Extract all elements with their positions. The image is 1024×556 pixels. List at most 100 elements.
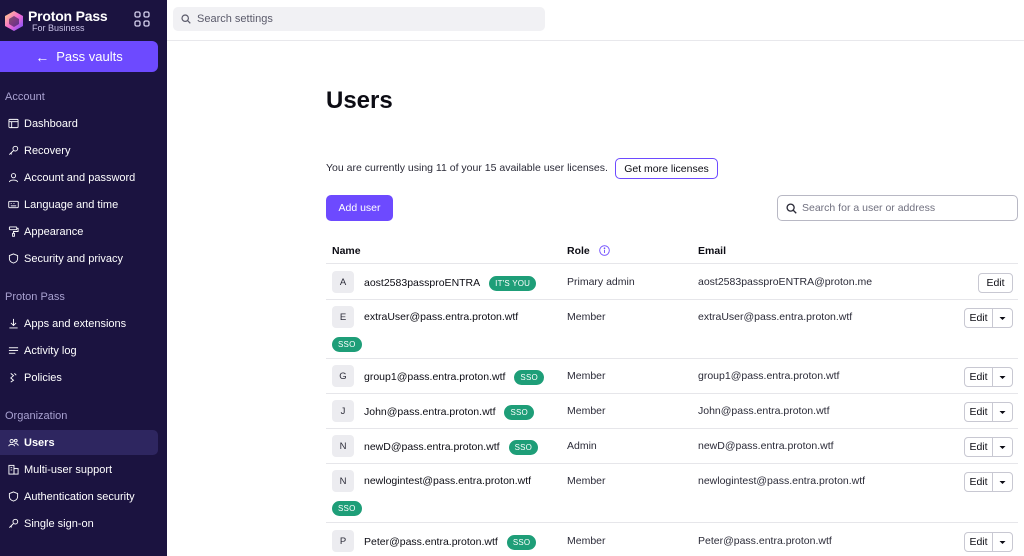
edit-button[interactable]: Edit bbox=[965, 438, 993, 456]
user-name: aost2583passproENTRA IT'S YOU bbox=[364, 276, 537, 291]
sidebar-item-policies[interactable]: Policies bbox=[0, 365, 158, 390]
apps-grid-icon[interactable] bbox=[134, 11, 150, 27]
sidebar-item-label: Multi-user support bbox=[24, 463, 113, 476]
user-role: Member bbox=[567, 475, 606, 487]
column-header-name: Name bbox=[332, 245, 361, 257]
dashboard-icon bbox=[7, 118, 19, 130]
buildings-icon bbox=[7, 464, 19, 476]
sidebar-item-authentication-security[interactable]: Authentication security bbox=[0, 484, 158, 509]
edit-button[interactable]: Edit bbox=[965, 533, 993, 551]
section-organization: Organization bbox=[5, 410, 68, 422]
search-icon bbox=[181, 14, 191, 24]
license-usage-text: You are currently using 11 of your 15 av… bbox=[326, 162, 608, 174]
sidebar-item-account-and-password[interactable]: Account and password bbox=[0, 165, 158, 190]
edit-dropdown-toggle[interactable] bbox=[993, 374, 1012, 381]
chevron-down-icon bbox=[999, 316, 1006, 320]
avatar: P bbox=[332, 530, 354, 552]
sidebar-item-multi-user-support[interactable]: Multi-user support bbox=[0, 457, 158, 482]
key-icon bbox=[7, 145, 19, 157]
user-role: Member bbox=[567, 535, 606, 547]
table-row: J John@pass.entra.proton.wtf SSO Member J… bbox=[326, 394, 1018, 429]
user-email: aost2583passproENTRA@proton.me bbox=[698, 276, 873, 288]
sidebar-item-activity-log[interactable]: Activity log bbox=[0, 338, 158, 363]
main-content: Users You are currently using 11 of your… bbox=[167, 41, 1024, 556]
chevron-down-icon bbox=[999, 445, 1006, 449]
sidebar-item-users[interactable]: Users bbox=[0, 430, 158, 455]
edit-button[interactable]: Edit bbox=[965, 473, 993, 491]
user-name-text: aost2583passproENTRA bbox=[364, 277, 481, 289]
sso-badge: SSO bbox=[508, 440, 539, 455]
user-role: Member bbox=[567, 311, 606, 323]
sidebar-item-appearance[interactable]: Appearance bbox=[0, 219, 158, 244]
user-role: Primary admin bbox=[567, 276, 635, 288]
sidebar-item-recovery[interactable]: Recovery bbox=[0, 138, 158, 163]
edit-dropdown-toggle[interactable] bbox=[993, 479, 1012, 486]
user-name: group1@pass.entra.proton.wtf SSO bbox=[364, 370, 544, 385]
edit-dropdown-toggle[interactable] bbox=[993, 539, 1012, 546]
user-name-text: newD@pass.entra.proton.wtf bbox=[364, 441, 500, 453]
user-email: Peter@pass.entra.proton.wtf bbox=[698, 535, 832, 547]
edit-dropdown-toggle[interactable] bbox=[993, 444, 1012, 451]
avatar: J bbox=[332, 400, 354, 422]
sidebar-item-label: Account and password bbox=[24, 171, 136, 184]
sidebar-item-label: Apps and extensions bbox=[24, 317, 127, 330]
user-name: newD@pass.entra.proton.wtf SSO bbox=[364, 440, 539, 455]
sidebar-item-label: Authentication security bbox=[24, 490, 135, 503]
info-icon[interactable] bbox=[598, 245, 610, 256]
user-name-text: John@pass.entra.proton.wtf bbox=[364, 406, 496, 418]
sidebar-item-single-sign-on[interactable]: Single sign-on bbox=[0, 511, 158, 536]
edit-button[interactable]: Edit bbox=[965, 368, 993, 386]
add-user-button[interactable]: Add user bbox=[326, 195, 393, 221]
edit-dropdown-toggle[interactable] bbox=[993, 409, 1012, 416]
chevron-down-icon bbox=[999, 410, 1006, 414]
shield-icon bbox=[7, 253, 19, 265]
key-icon bbox=[7, 518, 19, 530]
edit-button-group: Edit bbox=[964, 308, 1013, 328]
sidebar-item-apps-and-extensions[interactable]: Apps and extensions bbox=[0, 311, 158, 336]
proton-pass-logo-icon bbox=[5, 11, 23, 31]
user-name: extraUser@pass.entra.proton.wtf bbox=[364, 311, 519, 323]
sidebar-item-security-and-privacy[interactable]: Security and privacy bbox=[0, 246, 158, 271]
user-email: newD@pass.entra.proton.wtf bbox=[698, 440, 834, 452]
user-email: John@pass.entra.proton.wtf bbox=[698, 405, 830, 417]
pass-vaults-button[interactable]: ← Pass vaults bbox=[0, 41, 158, 72]
user-search-input[interactable]: Search for a user or address bbox=[777, 195, 1018, 221]
avatar: N bbox=[332, 470, 354, 492]
sso-badge: SSO bbox=[504, 405, 534, 420]
section-proton-pass: Proton Pass bbox=[5, 291, 65, 303]
edit-button-group: Edit bbox=[964, 437, 1013, 457]
page-title: Users bbox=[326, 87, 393, 114]
sso-badge: SSO bbox=[332, 337, 362, 352]
user-name-text: Peter@pass.entra.proton.wtf bbox=[364, 536, 498, 548]
sliders-icon bbox=[7, 372, 19, 384]
sidebar-item-label: Users bbox=[24, 436, 55, 449]
user-email: group1@pass.entra.proton.wtf bbox=[698, 370, 840, 382]
sidebar-item-label: Single sign-on bbox=[24, 517, 94, 530]
edit-button[interactable]: Edit bbox=[965, 309, 993, 327]
edit-button-group: Edit bbox=[964, 402, 1013, 422]
sso-badge: SSO bbox=[514, 370, 544, 385]
avatar: G bbox=[332, 365, 354, 387]
brand-subtitle: For Business bbox=[32, 23, 85, 33]
edit-dropdown-toggle[interactable] bbox=[993, 315, 1012, 322]
avatar: E bbox=[332, 306, 354, 328]
avatar: N bbox=[332, 435, 354, 457]
user-email: newlogintest@pass.entra.proton.wtf bbox=[698, 475, 866, 487]
sidebar-item-label: Policies bbox=[24, 371, 62, 384]
search-icon bbox=[786, 202, 797, 214]
user-name-text: group1@pass.entra.proton.wtf bbox=[364, 371, 506, 383]
table-row: N newD@pass.entra.proton.wtf SSO Admin ne… bbox=[326, 429, 1018, 464]
edit-button[interactable]: Edit bbox=[978, 273, 1013, 293]
edit-button[interactable]: Edit bbox=[965, 403, 993, 421]
edit-button-group: Edit bbox=[964, 472, 1013, 492]
sidebar-item-language-and-time[interactable]: Language and time bbox=[0, 192, 158, 217]
chevron-down-icon bbox=[999, 480, 1006, 484]
column-header-email: Email bbox=[698, 245, 727, 257]
chevron-down-icon bbox=[999, 540, 1006, 544]
get-more-licenses-button[interactable]: Get more licenses bbox=[615, 158, 718, 179]
search-settings-input[interactable]: Search settings bbox=[173, 7, 545, 31]
sidebar-item-dashboard[interactable]: Dashboard bbox=[0, 111, 158, 136]
sidebar-item-label: Appearance bbox=[24, 225, 84, 238]
brand-name: Proton Pass bbox=[28, 8, 108, 24]
user-name: John@pass.entra.proton.wtf SSO bbox=[364, 405, 534, 420]
